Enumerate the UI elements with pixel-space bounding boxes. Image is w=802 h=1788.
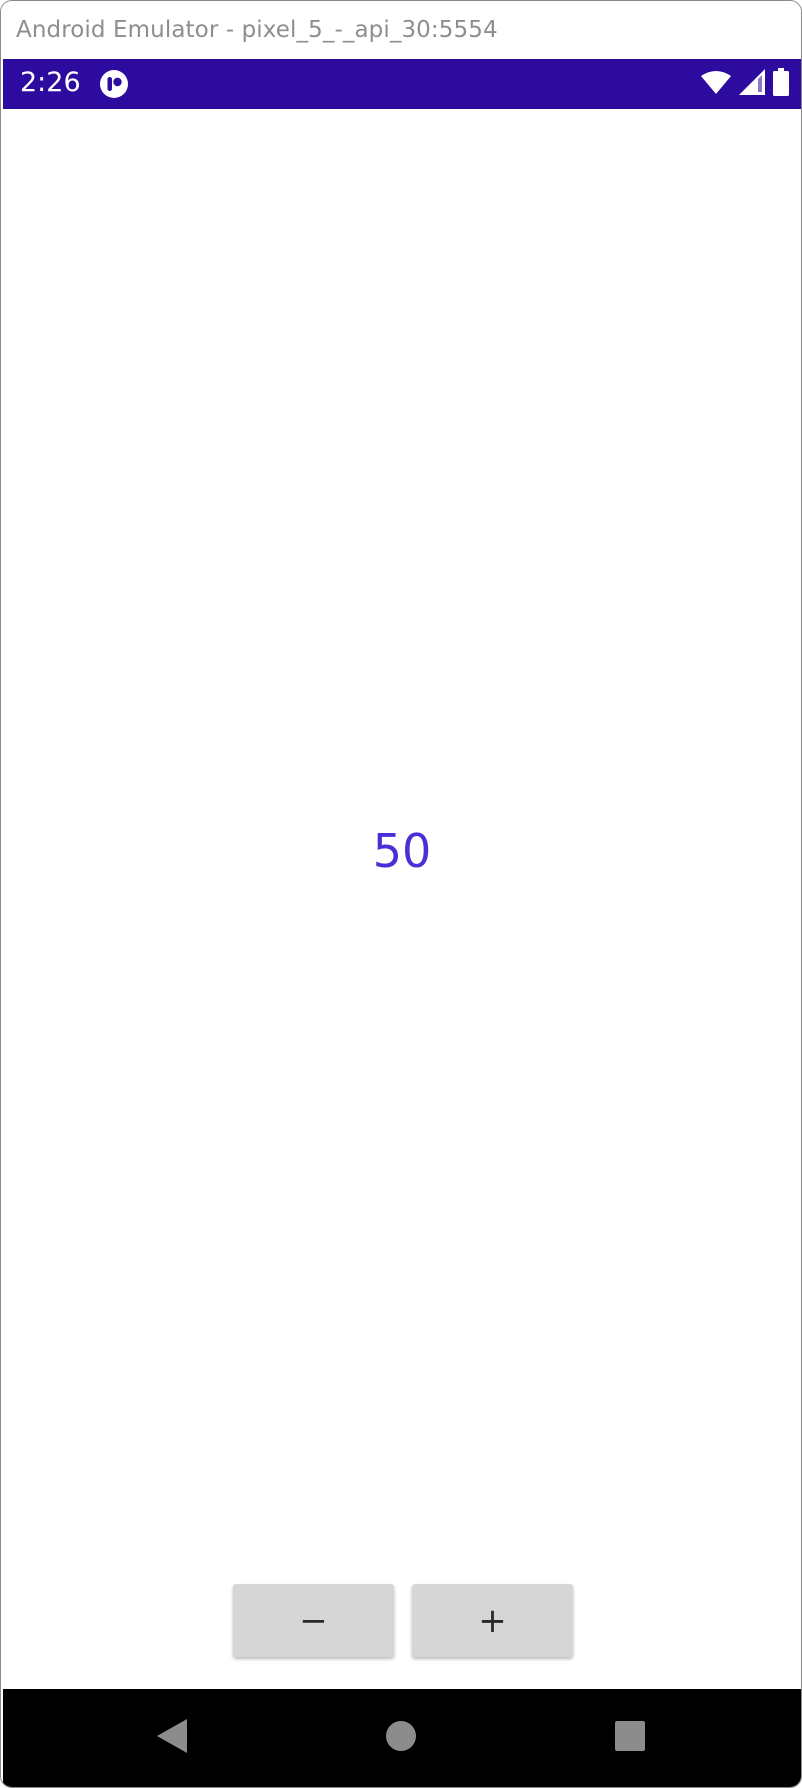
status-icons <box>701 67 789 101</box>
app-content: 50 − + <box>3 109 801 1689</box>
back-icon <box>157 1719 187 1758</box>
emulator-window: Android Emulator - pixel_5_-_api_30:5554… <box>0 0 802 1788</box>
decrement-button[interactable]: − <box>233 1584 394 1657</box>
window-titlebar: Android Emulator - pixel_5_-_api_30:5554 <box>1 1 801 59</box>
recents-icon <box>615 1721 645 1756</box>
back-button[interactable] <box>127 1689 217 1787</box>
battery-icon <box>773 67 789 101</box>
status-time: 2:26 <box>20 67 81 98</box>
recents-button[interactable] <box>585 1689 675 1787</box>
home-icon <box>386 1721 416 1756</box>
home-button[interactable] <box>356 1689 446 1787</box>
wifi-icon <box>701 70 731 99</box>
app-notification-icon <box>100 70 128 98</box>
window-title: Android Emulator - pixel_5_-_api_30:5554 <box>16 17 498 43</box>
decrement-button-label: − <box>299 1600 328 1641</box>
increment-button-label: + <box>478 1600 507 1641</box>
android-navigation-bar <box>3 1689 801 1787</box>
counter-value: 50 <box>372 824 432 878</box>
increment-button[interactable]: + <box>412 1584 573 1657</box>
cellular-signal-icon <box>739 68 765 100</box>
android-status-bar: 2:26 <box>3 59 801 109</box>
